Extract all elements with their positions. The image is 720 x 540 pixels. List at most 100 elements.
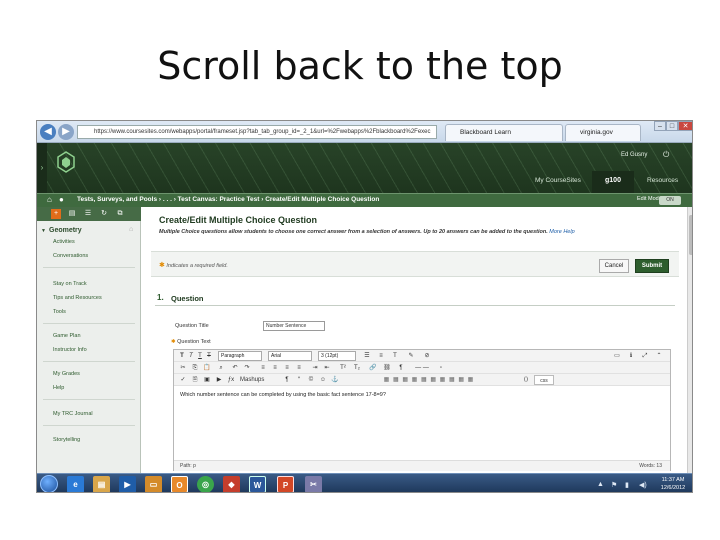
insert-media-icon[interactable]: ▶ [214,375,224,385]
menu-item-instructor-info[interactable]: Instructor Info [53,347,87,353]
outdent-icon[interactable]: ⇤ [322,363,332,373]
format-select[interactable]: Paragraph [218,351,262,361]
volume-icon[interactable]: ◀) [639,481,647,489]
add-menu-item-icon[interactable]: + [51,209,61,219]
snipping-tool-icon[interactable]: ✂ [305,476,322,492]
redo-icon[interactable]: ↷ [242,363,252,373]
align-right-icon[interactable]: ≡ [282,363,292,373]
numbered-list-icon[interactable]: ≡ [376,351,386,361]
user-menu[interactable]: Ed Gusny [621,152,647,158]
insert-file-icon[interactable]: 🗎 [190,375,200,385]
insert-image-icon[interactable]: ▣ [202,375,212,385]
align-left-icon[interactable]: ≡ [258,363,268,373]
breadcrumb-text[interactable]: Tests, Surveys, and Pools › . . . › Test… [77,196,379,203]
highlight-icon[interactable]: ✎ [406,351,416,361]
question-title-input[interactable]: Number Sentence [263,321,325,331]
page-scrollbar[interactable] [687,207,692,473]
bullet-list-icon[interactable]: ☰ [362,351,372,361]
mashups-menu[interactable]: Mashups [240,375,278,385]
outlook-icon[interactable]: O [171,476,188,492]
chrome-icon[interactable]: ◎ [197,476,214,492]
css-icon[interactable]: css [534,375,554,385]
horizontal-rule-icon[interactable]: — — [410,363,434,373]
folder-view-icon[interactable]: ▤ [67,209,77,219]
collapse-toolbar-icon[interactable]: ⌃ [654,351,664,361]
word-icon[interactable]: W [249,476,266,492]
superscript-icon[interactable]: T² [338,363,348,373]
scrollbar-thumb[interactable] [689,215,692,255]
flag-icon[interactable]: ⚑ [611,481,617,489]
unlink-icon[interactable]: ⛓ [382,363,392,373]
cut-icon[interactable]: ✂ [178,363,188,373]
media-player-icon[interactable]: ▶ [119,476,136,492]
collapse-menu-icon[interactable]: › [37,143,47,193]
course-icon[interactable]: ● [59,195,64,204]
copyright-icon[interactable]: © [306,375,316,385]
menu-item-tips[interactable]: Tips and Resources [53,295,102,301]
preview-icon[interactable]: ▭ [612,351,622,361]
nav-resources[interactable]: Resources [647,177,678,184]
network-icon[interactable]: ▮ [625,481,629,489]
course-home-icon[interactable]: ⌂ [129,226,133,233]
strikethrough-icon[interactable]: T [205,351,213,361]
logout-icon[interactable]: ⏻ [663,150,669,160]
detach-icon[interactable]: ⧉ [115,209,125,219]
blank-icon[interactable]: ▫ [436,363,446,373]
bold-icon[interactable]: T [178,351,186,361]
more-help-link[interactable]: More Help [549,229,574,235]
maximize-icon[interactable]: □ [666,121,678,131]
paragraph-mark-icon[interactable]: ¶ [396,363,406,373]
info-icon[interactable]: ℹ [626,351,636,361]
link-icon[interactable]: 🔗 [368,363,378,373]
justify-icon[interactable]: ≡ [294,363,304,373]
folder-icon[interactable]: ▭ [145,476,162,492]
copy-icon[interactable]: ⎘ [190,363,200,373]
tab-virginia[interactable]: virginia.gov [565,124,641,141]
size-select[interactable]: 3 (12pt) [318,351,356,361]
list-view-icon[interactable]: ☰ [83,209,93,219]
undo-icon[interactable]: ↶ [230,363,240,373]
menu-item-game-plan[interactable]: Game Plan [53,333,81,339]
menu-item-conversations[interactable]: Conversations [53,253,88,259]
menu-item-stay-on-track[interactable]: Stay on Track [53,281,87,287]
math-icon[interactable]: ƒx [226,375,236,385]
pilcrow-icon[interactable]: ¶ [282,375,292,385]
clock[interactable]: 11:37 AM 12/6/2012 [655,476,691,492]
editor-content[interactable]: Which number sentence can be completed b… [180,392,386,398]
menu-item-help[interactable]: Help [53,385,64,391]
menu-item-my-grades[interactable]: My Grades [53,371,80,377]
address-bar[interactable]: https://www.coursesites.com/webapps/port… [77,125,437,139]
tray-arrow-icon[interactable]: ▲ [597,481,604,488]
emoticon-icon[interactable]: ☺ [318,375,328,385]
powerpoint-icon[interactable]: P [277,476,294,492]
menu-item-tools[interactable]: Tools [53,309,66,315]
subscript-icon[interactable]: T₂ [352,363,362,373]
refresh-icon[interactable]: ↻ [99,209,109,219]
text-color-icon[interactable]: T [390,351,400,361]
menu-item-trc-journal[interactable]: My TRC Journal [53,411,93,417]
forward-button[interactable]: ▶ [58,124,74,140]
course-name[interactable]: Geometry [49,227,82,234]
back-button[interactable]: ◀ [40,124,56,140]
app-icon[interactable]: ◆ [223,476,240,492]
nav-my-coursesites[interactable]: My CourseSites [535,177,581,184]
anchor-icon[interactable]: ⚓ [330,375,340,385]
quote-icon[interactable]: “ [294,375,304,385]
table-tools-icon[interactable]: ▦ ▦ ▦ ▦ ▦ ▦ ▦ ▦ ▦ ▦ [344,375,514,385]
paste-icon[interactable]: 📋 [202,363,212,373]
close-icon[interactable]: ✕ [678,121,692,131]
search-icon[interactable]: ⌕ [216,363,226,373]
font-select[interactable]: Arial [268,351,312,361]
align-center-icon[interactable]: ≡ [270,363,280,373]
edit-mode-toggle[interactable]: ON [659,196,681,205]
internet-explorer-icon[interactable]: e [67,476,84,492]
minimize-icon[interactable]: – [654,121,666,131]
submit-button[interactable]: Submit [635,259,669,273]
clear-format-icon[interactable]: ⊘ [422,351,432,361]
underline-icon[interactable]: T [196,351,204,361]
indent-icon[interactable]: ⇥ [310,363,320,373]
file-explorer-icon[interactable]: ▤ [93,476,110,492]
start-button[interactable] [40,475,58,492]
html-icon[interactable]: ⟨⟩ [520,375,532,385]
menu-item-activities[interactable]: Activities [53,239,75,245]
